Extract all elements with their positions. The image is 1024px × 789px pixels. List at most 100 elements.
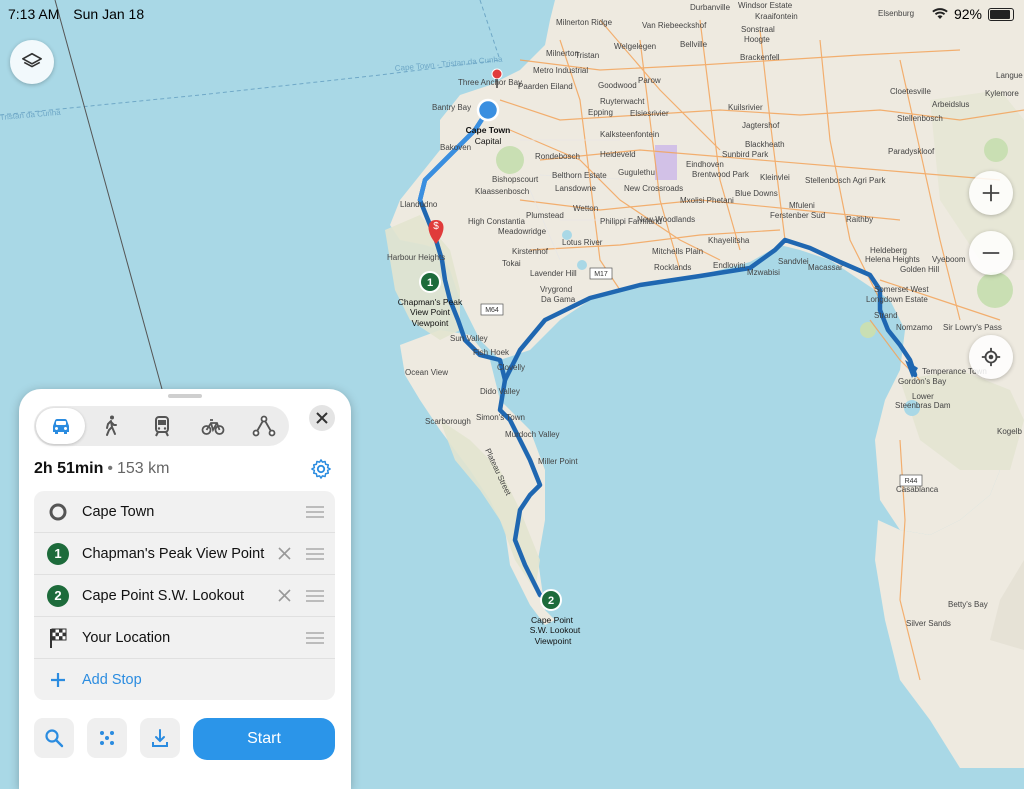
svg-text:Sandvlei: Sandvlei	[778, 257, 809, 266]
svg-text:Kogelb: Kogelb	[997, 427, 1022, 436]
svg-text:Eindhoven: Eindhoven	[686, 160, 724, 169]
remove-stop-button[interactable]	[273, 547, 295, 560]
origin-circle-icon	[49, 503, 67, 520]
svg-text:Bakoven: Bakoven	[440, 143, 471, 152]
drag-handle-icon[interactable]	[295, 547, 335, 560]
locate-me-button[interactable]	[969, 335, 1013, 379]
svg-text:Vrygrond: Vrygrond	[540, 285, 572, 294]
svg-text:Vyeboom: Vyeboom	[932, 255, 966, 264]
car-icon	[52, 419, 69, 434]
route-summary: 2h 51min • 153 km	[34, 460, 169, 478]
download-icon	[152, 729, 168, 747]
mode-route[interactable]	[238, 406, 289, 446]
battery-percent: 92%	[953, 6, 982, 22]
stop-destination[interactable]: Your Location	[34, 617, 335, 659]
plus-icon	[51, 672, 65, 687]
svg-text:Parow: Parow	[638, 76, 661, 85]
drag-handle-icon[interactable]	[295, 505, 335, 518]
svg-text:Heldeberg: Heldeberg	[870, 246, 907, 255]
panel-actions	[34, 718, 180, 758]
poi-categories-button[interactable]	[87, 718, 127, 758]
mode-bike[interactable]	[187, 406, 238, 446]
svg-text:Ruyterwacht: Ruyterwacht	[600, 97, 645, 106]
svg-text:Kalksteenfontein: Kalksteenfontein	[600, 130, 659, 139]
status-date: Sun Jan 18	[73, 6, 145, 22]
panel-grabber[interactable]	[168, 394, 202, 398]
svg-text:Bantry Bay: Bantry Bay	[432, 103, 471, 112]
mode-car[interactable]	[36, 408, 85, 444]
download-button[interactable]	[140, 718, 180, 758]
add-stop-button[interactable]: Add Stop	[34, 659, 335, 700]
svg-text:Hoogte: Hoogte	[744, 35, 770, 44]
mode-transit[interactable]	[136, 406, 187, 446]
summary-separator: •	[107, 460, 113, 477]
svg-text:Mzwabisi: Mzwabisi	[747, 268, 780, 277]
remove-stop-button[interactable]	[273, 589, 295, 602]
svg-text:Gugulethu: Gugulethu	[618, 168, 655, 177]
wifi-icon	[932, 8, 948, 19]
svg-text:$: $	[433, 221, 439, 232]
search-button[interactable]	[34, 718, 74, 758]
stop-label: Your Location	[82, 629, 171, 646]
svg-text:Capital: Capital	[475, 136, 502, 146]
svg-text:Fish Hoek: Fish Hoek	[473, 348, 510, 357]
close-icon	[277, 547, 291, 560]
svg-text:Lower: Lower	[912, 392, 934, 401]
svg-text:Bellville: Bellville	[680, 40, 708, 49]
svg-text:Blue Downs: Blue Downs	[735, 189, 778, 198]
svg-text:New Crossroads: New Crossroads	[624, 184, 683, 193]
svg-text:Three Anchor Bay: Three Anchor Bay	[458, 78, 522, 87]
svg-text:Cloetesville: Cloetesville	[890, 87, 931, 96]
stop-waypoint-1[interactable]: 1 Chapman's Peak View Point	[34, 533, 335, 575]
layers-button[interactable]	[10, 40, 54, 84]
svg-text:Plumstead: Plumstead	[526, 211, 564, 220]
svg-text:Jagtershof: Jagtershof	[742, 121, 780, 130]
svg-text:Elsenburg: Elsenburg	[878, 9, 914, 18]
svg-text:Milnerton: Milnerton	[546, 49, 579, 58]
route-distance: 153 km	[116, 460, 170, 477]
zoom-in-button[interactable]	[969, 171, 1013, 215]
svg-text:Macassar: Macassar	[808, 263, 843, 272]
svg-text:Gordon's Bay: Gordon's Bay	[898, 377, 946, 386]
layers-icon	[22, 52, 42, 68]
svg-text:Windsor Estate: Windsor Estate	[738, 1, 793, 10]
close-icon	[277, 589, 291, 602]
svg-text:Khayelitsha: Khayelitsha	[708, 236, 750, 245]
svg-text:New Woodlands: New Woodlands	[637, 215, 695, 224]
stop-number-badge: 1	[47, 542, 69, 565]
battery-icon	[988, 7, 1014, 21]
svg-text:Langue: Langue	[996, 71, 1023, 80]
drag-handle-icon[interactable]	[295, 631, 335, 644]
add-stop-label: Add Stop	[82, 671, 142, 688]
svg-text:Cape Point: Cape Point	[531, 615, 574, 625]
zoom-out-button[interactable]	[969, 231, 1013, 275]
svg-text:Raithby: Raithby	[846, 215, 873, 224]
svg-text:Llandudno: Llandudno	[400, 200, 438, 209]
close-button[interactable]	[309, 405, 335, 431]
svg-text:Viewpoint: Viewpoint	[535, 636, 572, 646]
svg-text:1: 1	[427, 277, 433, 289]
svg-text:Rondebosch: Rondebosch	[535, 152, 580, 161]
svg-text:Ocean View: Ocean View	[405, 368, 448, 377]
svg-text:Klaassenbosch: Klaassenbosch	[475, 187, 529, 196]
stop-waypoint-2[interactable]: 2 Cape Point S.W. Lookout	[34, 575, 335, 617]
drag-handle-icon[interactable]	[295, 589, 335, 602]
mode-walk[interactable]	[85, 406, 136, 446]
bicycle-icon	[201, 419, 224, 435]
svg-text:Clovelly: Clovelly	[497, 363, 525, 372]
svg-text:Epping: Epping	[588, 108, 613, 117]
checkered-flag-icon	[50, 628, 67, 648]
start-button[interactable]: Start	[193, 718, 335, 760]
svg-text:View Point: View Point	[410, 307, 451, 317]
location-target-icon	[981, 347, 1001, 367]
stop-label: Cape Town	[82, 503, 155, 520]
search-icon	[45, 729, 64, 748]
svg-text:R44: R44	[905, 478, 918, 485]
train-icon	[154, 416, 169, 437]
svg-text:Stellenbosch: Stellenbosch	[897, 114, 943, 123]
svg-text:Golden Hill: Golden Hill	[900, 265, 939, 274]
stop-origin[interactable]: Cape Town	[34, 491, 335, 533]
settings-gear-icon[interactable]	[310, 458, 332, 480]
svg-text:Helena Heights: Helena Heights	[865, 255, 920, 264]
svg-text:High Constantia: High Constantia	[468, 217, 525, 226]
